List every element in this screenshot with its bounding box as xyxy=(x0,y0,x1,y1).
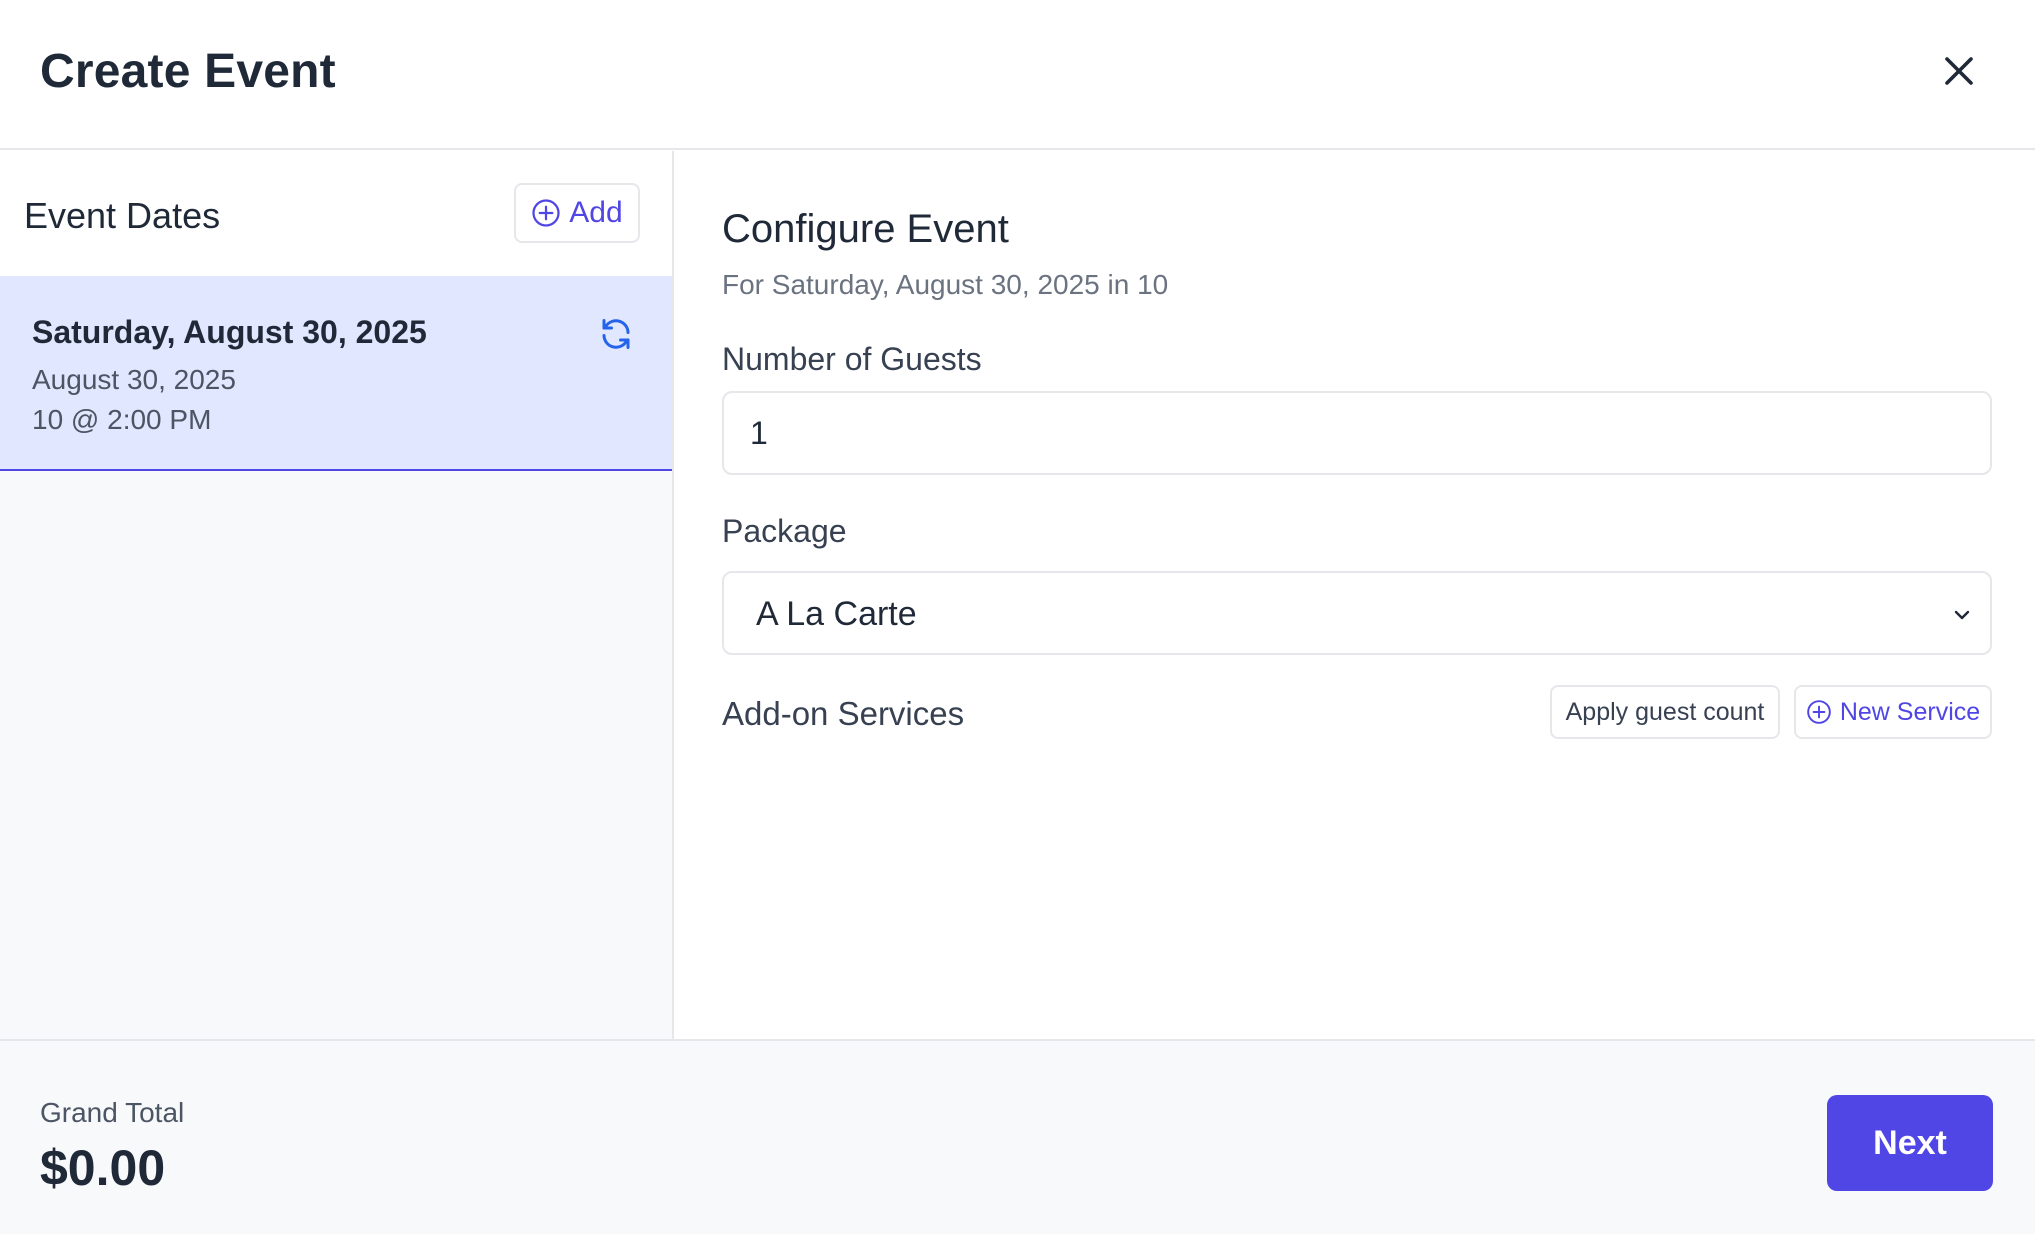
add-date-button[interactable]: Add xyxy=(514,183,640,243)
addons-label: Add-on Services xyxy=(722,695,965,732)
chevron-down-icon xyxy=(1954,610,1970,620)
grand-total-label: Grand Total xyxy=(40,1097,185,1128)
add-date-label: Add xyxy=(569,196,623,229)
grand-total-value: $0.00 xyxy=(40,1140,166,1196)
close-button[interactable] xyxy=(1934,46,1984,96)
page-title: Create Event xyxy=(40,45,336,98)
configure-panel: Configure Event For Saturday, August 30,… xyxy=(676,151,2035,1039)
package-select[interactable]: A La Carte xyxy=(722,571,1992,655)
event-date-date: August 30, 2025 xyxy=(32,364,236,395)
event-date-item[interactable]: Saturday, August 30, 2025 August 30, 202… xyxy=(0,276,672,471)
package-value: A La Carte xyxy=(756,595,917,633)
apply-guest-count-label: Apply guest count xyxy=(1565,697,1765,726)
new-service-button[interactable]: New Service xyxy=(1794,685,1992,739)
modal-footer: Grand Total $0.00 Next xyxy=(0,1039,2035,1234)
next-button[interactable]: Next xyxy=(1827,1095,1993,1191)
event-date-title: Saturday, August 30, 2025 xyxy=(32,314,427,350)
guests-input[interactable] xyxy=(722,391,1992,475)
create-event-modal: Create Event Event Dates Add Saturday, A… xyxy=(0,0,2035,1234)
plus-circle-icon xyxy=(1807,700,1831,724)
event-dates-header: Event Dates Add xyxy=(0,151,672,276)
new-service-label: New Service xyxy=(1839,697,1981,726)
close-icon xyxy=(1945,57,1973,85)
package-label: Package xyxy=(722,513,847,549)
event-dates-panel: Event Dates Add Saturday, August 30, 202… xyxy=(0,151,674,1039)
refresh-button[interactable] xyxy=(598,316,638,356)
configure-title: Configure Event xyxy=(722,207,1009,251)
modal-header: Create Event xyxy=(0,0,2035,150)
configure-subtitle: For Saturday, August 30, 2025 in 10 xyxy=(722,269,1169,300)
plus-circle-icon xyxy=(532,199,560,227)
event-date-time: 10 @ 2:00 PM xyxy=(32,404,212,435)
refresh-icon xyxy=(602,319,630,349)
apply-guest-count-button[interactable]: Apply guest count xyxy=(1550,685,1780,739)
guests-label: Number of Guests xyxy=(722,341,982,377)
event-dates-label: Event Dates xyxy=(24,195,221,236)
